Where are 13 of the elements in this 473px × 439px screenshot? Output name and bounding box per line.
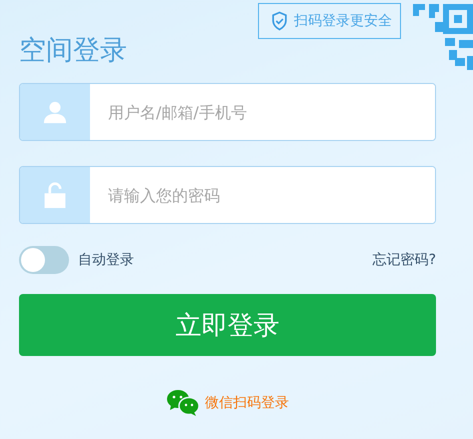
chat-bubbles-icon[interactable]: [166, 389, 200, 417]
qr-login-hint[interactable]: 扫码登录更安全: [258, 3, 401, 39]
auto-login-label: 自动登录: [78, 251, 134, 269]
input-field[interactable]: 请输入您的密码: [19, 166, 436, 224]
lock-icon: [43, 182, 67, 208]
user-icon: [43, 99, 67, 125]
shield-check-icon: [271, 11, 288, 31]
login-button[interactable]: 立即登录: [19, 294, 436, 356]
wechat-login-link[interactable]: 微信扫码登录: [205, 394, 289, 412]
forgot-password-link[interactable]: 忘记密码?: [372, 251, 436, 269]
login-title: 空间登录: [19, 34, 128, 68]
auto-login-toggle[interactable]: [19, 246, 69, 274]
input-field[interactable]: 用户名/邮箱/手机号: [19, 83, 436, 141]
